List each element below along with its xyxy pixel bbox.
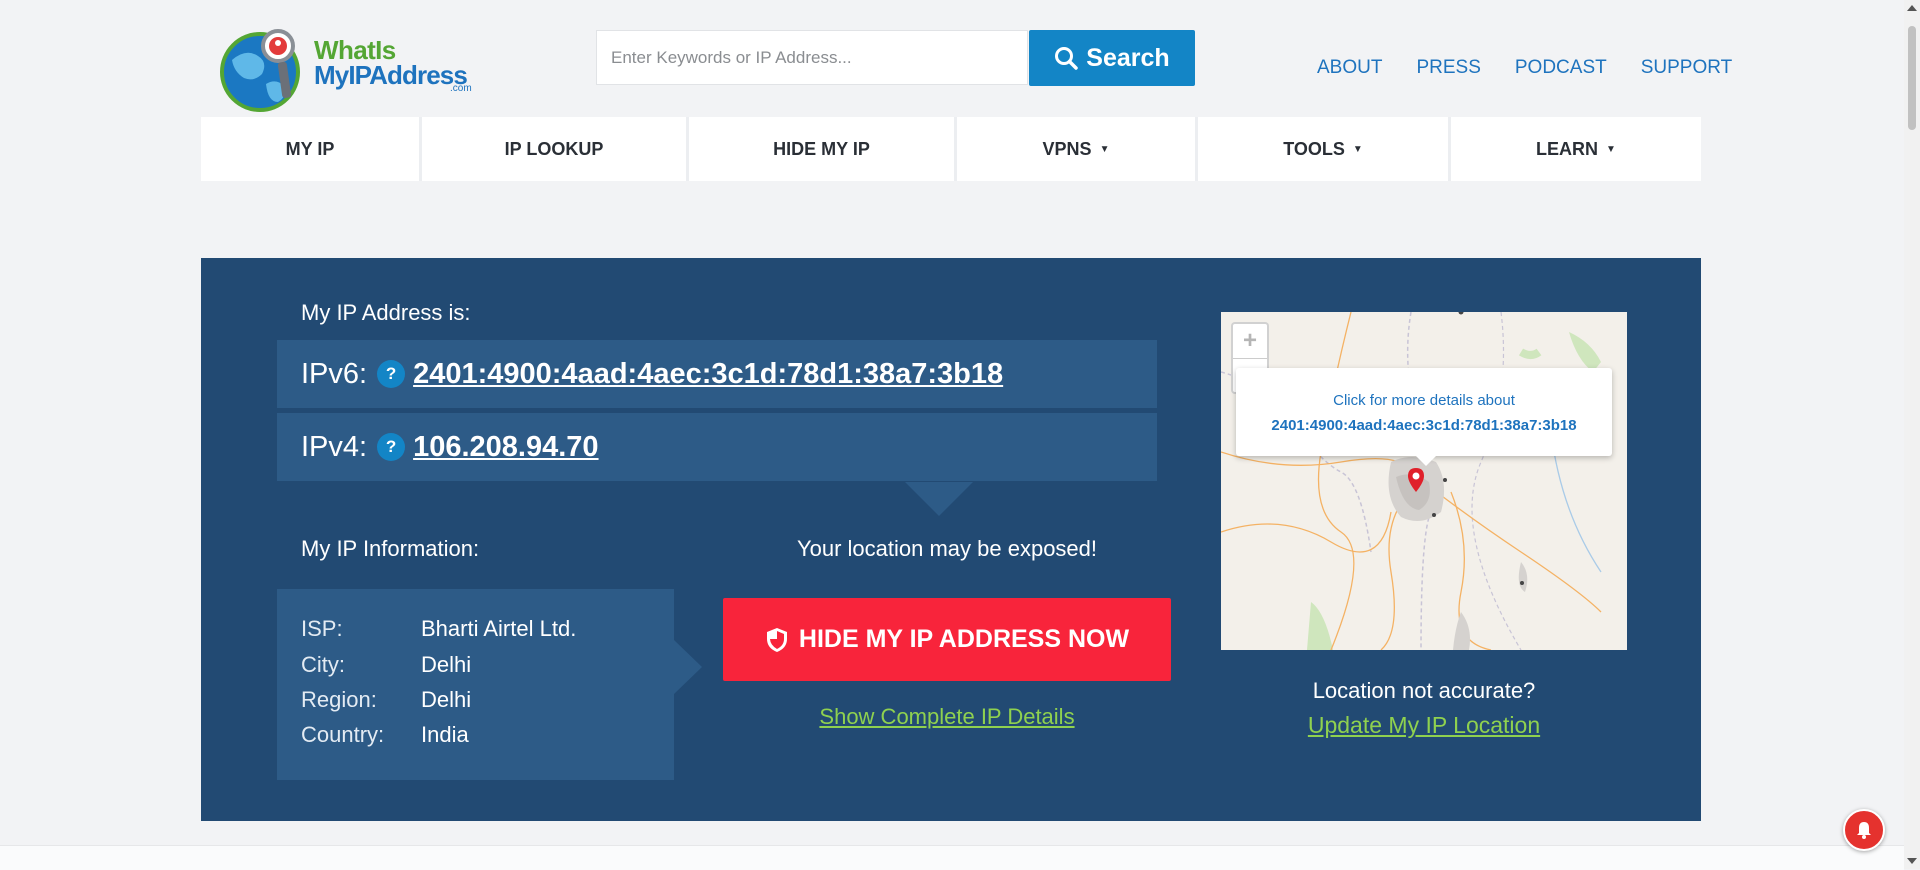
ipv6-value[interactable]: 2401:4900:4aad:4aec:3c1d:78d1:38a7:3b18 [413,358,1003,391]
info-key: ISP: [301,616,343,641]
search-button[interactable]: Search [1029,30,1195,86]
top-link-about[interactable]: ABOUT [1317,57,1382,79]
ipv4-label: IPv4: [301,430,368,463]
nav-label: IP LOOKUP [504,138,604,159]
info-key: Region: [301,687,377,712]
info-box-arrow [674,640,702,694]
scroll-up-arrow-icon[interactable] [1907,5,1917,11]
zoom-in-button[interactable]: + [1233,324,1267,359]
page-scrollbar[interactable] [1904,0,1920,869]
info-value: Delhi [421,652,472,677]
logo-domain: .com [450,83,472,94]
info-row-isp: ISP: Bharti Airtel Ltd. [301,616,576,642]
notification-bell-button[interactable] [1843,809,1885,851]
nav-item-hide-my-ip[interactable]: HIDE MY IP [689,117,957,181]
show-complete-details-link[interactable]: Show Complete IP Details [723,704,1171,730]
search-icon [1055,47,1079,70]
nav-item-tools[interactable]: TOOLS ▼ [1198,117,1451,181]
ip-heading: My IP Address is: [301,300,471,325]
exposure-warning: Your location may be exposed! [796,536,1098,561]
map-popup[interactable]: Click for more details about 2401:4900:4… [1236,368,1612,466]
popup-text: Click for more details about [1333,392,1515,409]
ipv4-row: IPv4: ? 106.208.94.70 [277,413,1157,481]
caret-down-icon: ▼ [1352,143,1363,155]
hide-button-label: HIDE MY IP ADDRESS NOW [798,625,1130,653]
top-link-press[interactable]: PRESS [1416,57,1480,79]
info-key: Country: [301,722,385,747]
ip-hero-panel: My IP Address is: IPv6: ? 2401:4900:4aad… [201,258,1701,821]
help-icon[interactable]: ? [377,433,406,461]
caret-down-icon: ▼ [1606,143,1616,155]
search-input[interactable] [596,30,1028,85]
location-not-accurate: Location not accurate? [1312,678,1536,703]
site-logo[interactable]: WhatIs MyIPAddress .com [218,22,480,112]
ipv6-label: IPv6: [301,357,368,390]
footer-strip [0,845,1904,870]
scroll-thumb[interactable] [1908,26,1916,130]
hide-my-ip-button[interactable]: HIDE MY IP ADDRESS NOW [723,598,1171,681]
info-value: Bharti Airtel Ltd. [421,616,577,641]
nav-label: HIDE MY IP [773,138,870,159]
info-value: Delhi [421,687,472,712]
ipv4-value[interactable]: 106.208.94.70 [413,431,598,464]
ip-info-box: ISP: Bharti Airtel Ltd. City: Delhi Regi… [277,589,674,780]
info-row-country: Country: India [301,722,469,748]
shield-icon [766,627,787,652]
nav-item-vpns[interactable]: VPNS ▼ [957,117,1198,181]
scroll-down-arrow-icon[interactable] [1907,858,1917,864]
nav-label: LEARN [1536,138,1599,159]
info-row-city: City: Delhi [301,652,471,678]
nav-item-ip-lookup[interactable]: IP LOOKUP [422,117,689,181]
nav-label: VPNS [1042,138,1092,159]
info-heading: My IP Information: [301,536,480,561]
help-icon[interactable]: ? [377,360,406,388]
ipv6-row: IPv6: ? 2401:4900:4aad:4aec:3c1d:78d1:38… [277,340,1157,408]
caret-down-icon: ▼ [1099,143,1110,155]
top-link-podcast[interactable]: PODCAST [1515,57,1607,79]
info-row-region: Region: Delhi [301,687,471,713]
globe-icon [220,29,300,112]
logo-text-line2: MyIPAddress [314,60,468,90]
info-value: India [421,722,469,747]
map-pin-icon[interactable] [1407,467,1425,493]
nav-label: TOOLS [1283,138,1345,159]
nav-item-my-ip[interactable]: MY IP [201,117,422,181]
top-link-support[interactable]: SUPPORT [1641,57,1733,79]
info-key: City: [301,652,345,677]
main-nav: MY IP IP LOOKUP HIDE MY IP VPNS ▼ TOOLS … [201,117,1701,181]
location-map[interactable]: + − Click for more details about 2401:49… [1221,312,1627,650]
top-links: ABOUT PRESS PODCAST SUPPORT [1317,57,1766,79]
search-button-label: Search [1086,43,1170,72]
update-location-link[interactable]: Update My IP Location [1221,712,1627,739]
bell-icon [1857,822,1871,839]
ip-panel-pointer [905,482,973,516]
popup-ip: 2401:4900:4aad:4aec:3c1d:78d1:38a7:3b18 [1271,417,1577,434]
nav-item-learn[interactable]: LEARN ▼ [1451,117,1701,181]
nav-label: MY IP [285,138,335,159]
